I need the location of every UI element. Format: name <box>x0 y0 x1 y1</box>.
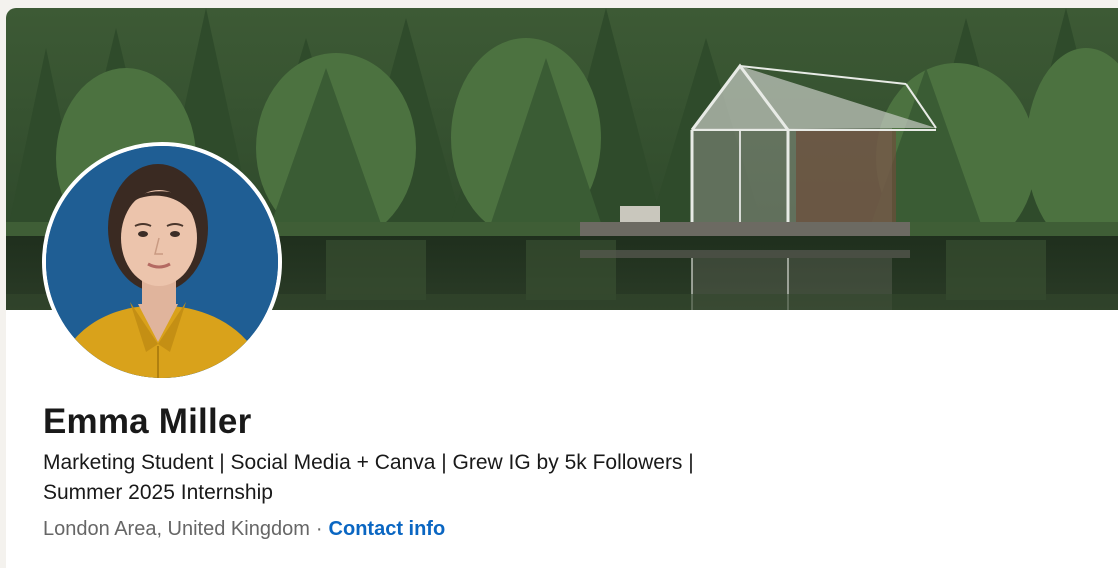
separator-dot: · <box>315 518 323 540</box>
profile-photo[interactable] <box>42 142 282 382</box>
profile-location: London Area, United Kingdom <box>43 518 310 540</box>
headline-line-1: Marketing Student | Social Media + Canva… <box>43 451 694 474</box>
contact-info-link[interactable]: Contact info <box>329 518 446 540</box>
location-row: London Area, United Kingdom · Contact info <box>43 518 445 541</box>
profile-name: Emma Miller <box>43 402 252 441</box>
profile-headline: Marketing Student | Social Media + Canva… <box>43 448 803 508</box>
headline-line-2: Summer 2025 Internship <box>43 481 273 504</box>
profile-card: Emma Miller Marketing Student | Social M… <box>6 8 1118 568</box>
